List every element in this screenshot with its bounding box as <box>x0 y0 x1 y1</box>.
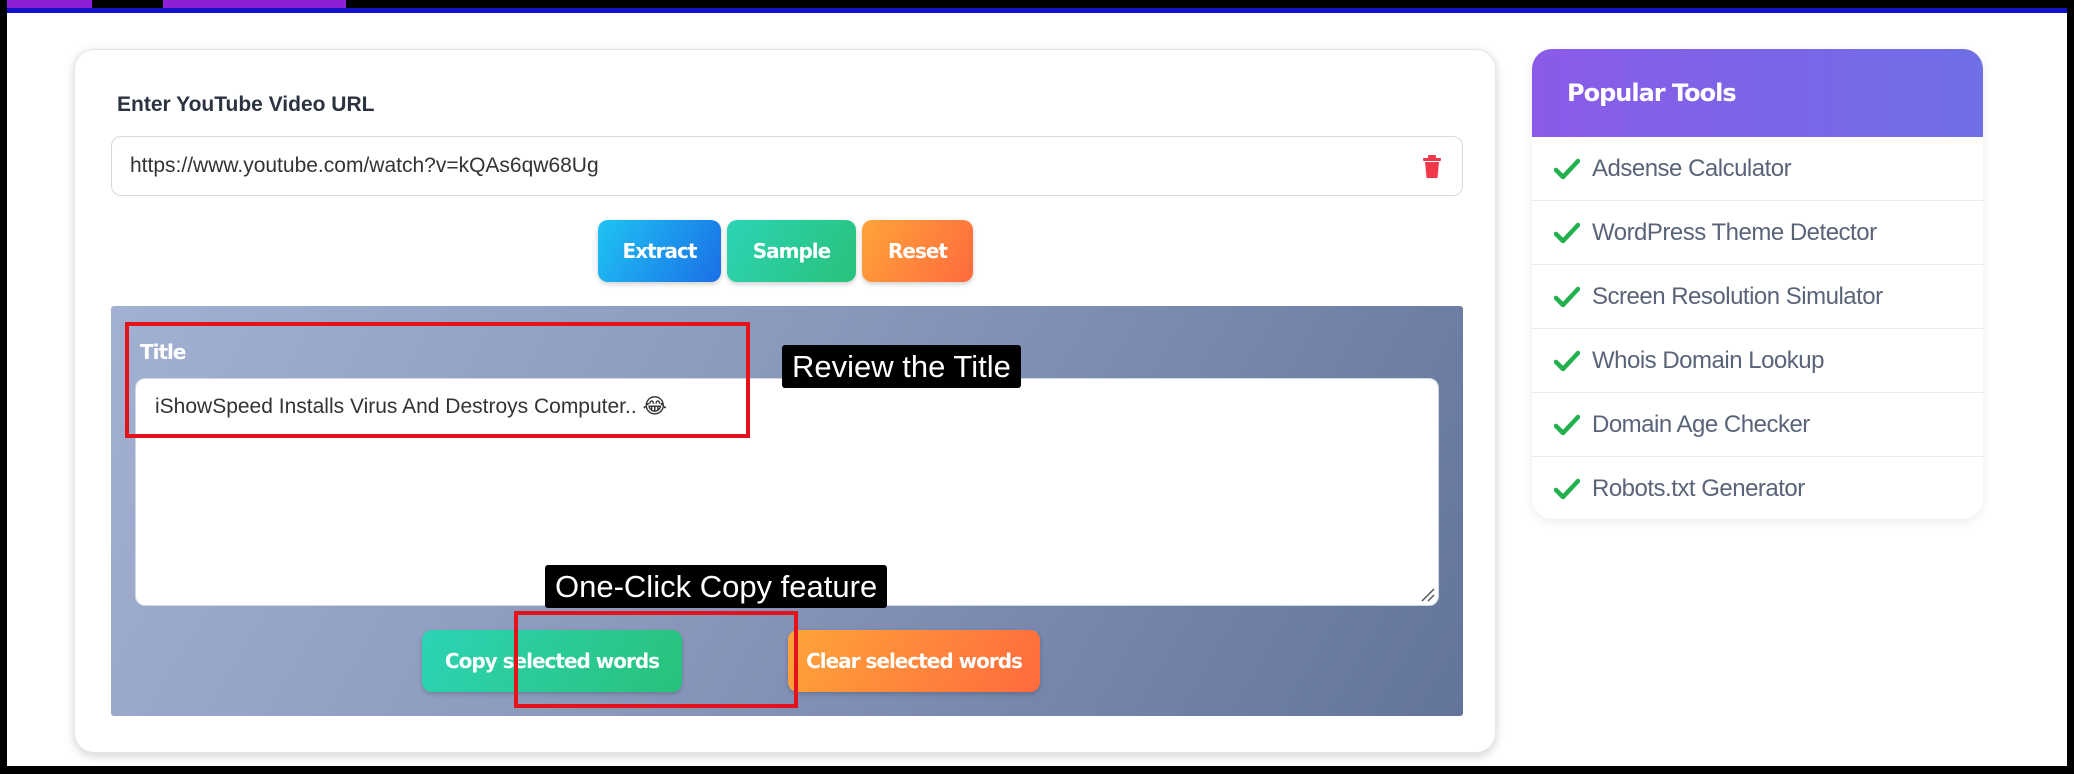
screenshot-border <box>0 0 2074 774</box>
